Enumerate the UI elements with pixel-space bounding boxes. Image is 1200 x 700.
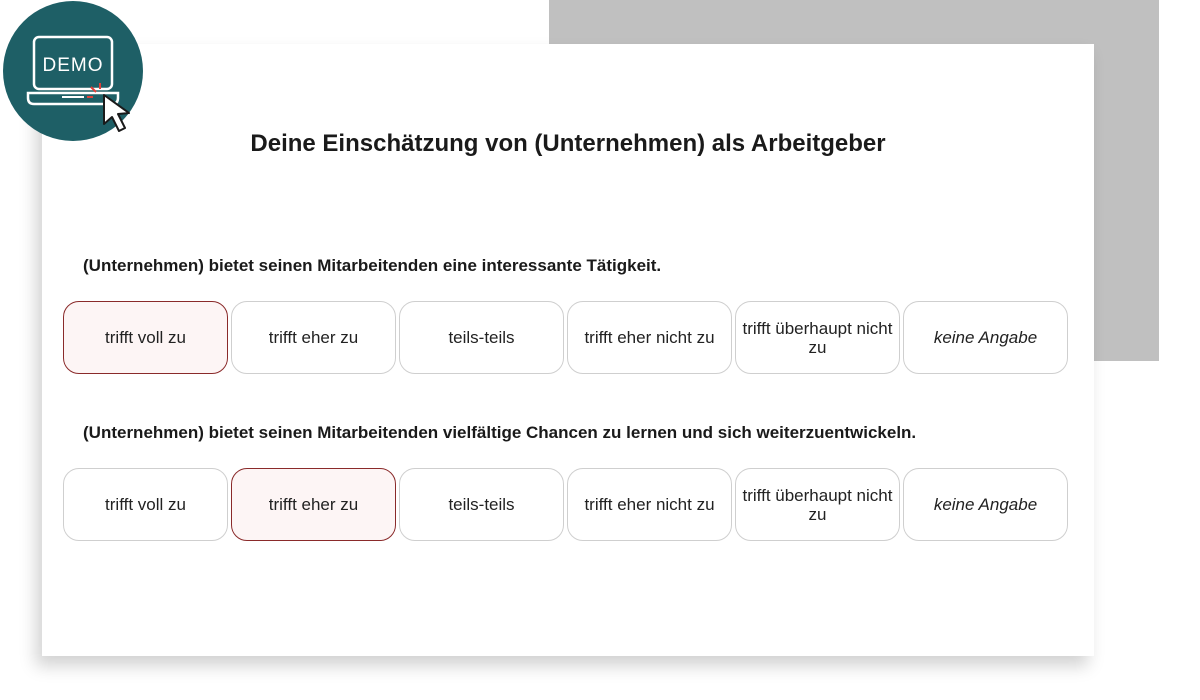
laptop-cursor-icon: DEMO	[26, 35, 130, 132]
survey-card: Deine Einschätzung von (Unternehmen) als…	[42, 44, 1094, 656]
q2-option-teils-teils[interactable]: teils-teils	[399, 468, 564, 541]
q1-option-keine-angabe[interactable]: keine Angabe	[903, 301, 1068, 374]
q2-option-trifft-ueberhaupt-nicht-zu[interactable]: trifft überhaupt nicht zu	[735, 468, 900, 541]
question-2-options: trifft voll zu trifft eher zu teils-teil…	[63, 468, 1068, 541]
q1-option-trifft-ueberhaupt-nicht-zu[interactable]: trifft überhaupt nicht zu	[735, 301, 900, 374]
question-1-options: trifft voll zu trifft eher zu teils-teil…	[63, 301, 1068, 374]
q1-option-trifft-eher-nicht-zu[interactable]: trifft eher nicht zu	[567, 301, 732, 374]
badge-label: DEMO	[43, 55, 104, 76]
q1-option-trifft-eher-zu[interactable]: trifft eher zu	[231, 301, 396, 374]
q1-option-trifft-voll-zu[interactable]: trifft voll zu	[63, 301, 228, 374]
q2-option-keine-angabe[interactable]: keine Angabe	[903, 468, 1068, 541]
question-2-text: (Unternehmen) bietet seinen Mitarbeitend…	[83, 423, 917, 442]
page-title: Deine Einschätzung von (Unternehmen) als…	[250, 130, 886, 157]
q2-option-trifft-eher-zu[interactable]: trifft eher zu	[231, 468, 396, 541]
q1-option-teils-teils[interactable]: teils-teils	[399, 301, 564, 374]
q2-option-trifft-eher-nicht-zu[interactable]: trifft eher nicht zu	[567, 468, 732, 541]
q2-option-trifft-voll-zu[interactable]: trifft voll zu	[63, 468, 228, 541]
question-1-text: (Unternehmen) bietet seinen Mitarbeitend…	[83, 256, 662, 275]
